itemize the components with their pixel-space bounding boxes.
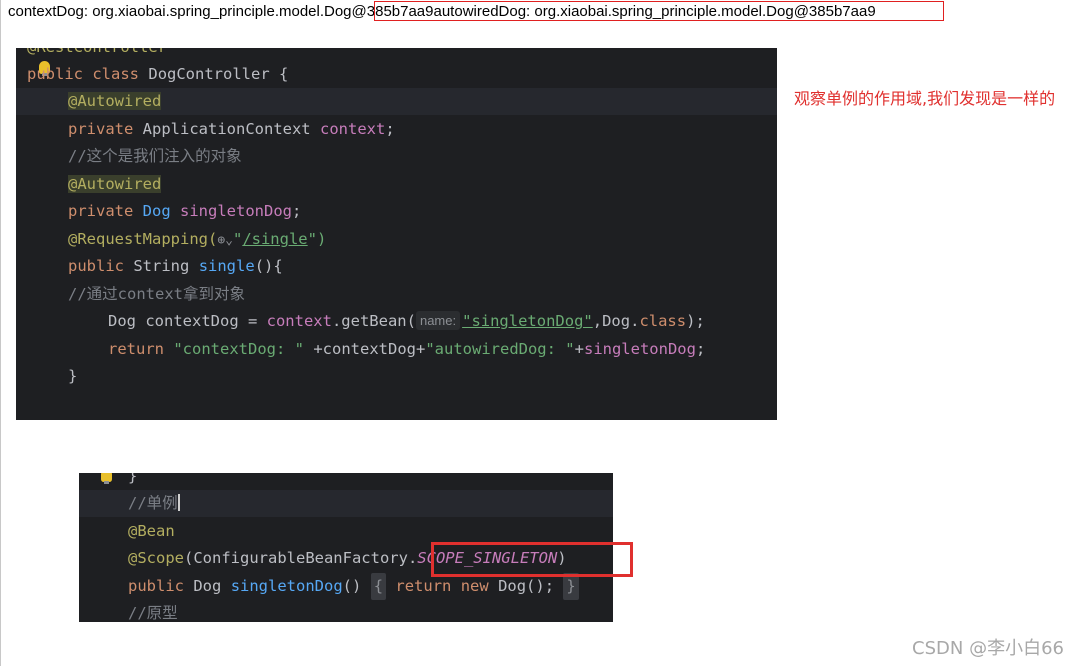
annotation-note: 观察单例的作用域,我们发现是一样的 xyxy=(794,89,1056,108)
code-editor-controller[interactable]: @RestController public class DogControll… xyxy=(16,48,777,420)
code-line-comment-context: //通过context拿到对象 xyxy=(68,285,245,303)
code-line-annotation: @RestController xyxy=(16,48,777,61)
output-before-box: contextDog: org.xiaobai.spring_principle… xyxy=(8,3,352,20)
code-line-comment-prototype: //原型 xyxy=(128,604,178,622)
fold-close[interactable]: } xyxy=(563,573,579,600)
text-caret xyxy=(177,494,180,511)
scope-highlight-box xyxy=(431,542,633,577)
code-line-method-signature: public String single(){ xyxy=(68,257,283,275)
code-line-class: public class DogController { xyxy=(27,65,289,83)
code-line-request-mapping: @RequestMapping(⊕⌄"/single") xyxy=(68,230,327,248)
code-line-context-field: private ApplicationContext context; xyxy=(68,120,395,138)
code-line-close-brace: } xyxy=(68,367,78,385)
code-line-get-bean: Dog contextDog = context.getBean(name: "s… xyxy=(108,311,705,330)
output-highlight-box xyxy=(374,1,944,21)
code-line-singleton-field: private Dog singletonDog; xyxy=(68,202,302,220)
left-border xyxy=(0,0,1,666)
code-line-comment-inject: //这个是我们注入的对象 xyxy=(68,147,242,165)
code-line-brace: } xyxy=(128,473,138,485)
param-hint: name: xyxy=(415,311,461,330)
code-line-return: return "contextDog: " +contextDog+"autow… xyxy=(108,340,706,358)
code-line-bean: @Bean xyxy=(128,522,175,540)
globe-icon[interactable]: ⊕⌄ xyxy=(217,233,233,248)
watermark: CSDN @李小白66 xyxy=(912,638,1064,659)
code-line-comment-singleton: //单例 xyxy=(79,490,613,517)
url-link[interactable]: /single xyxy=(242,230,307,248)
code-line-bean-method: public Dog singletonDog() { return new D… xyxy=(79,573,613,600)
code-line-autowired-1: @Autowired xyxy=(16,88,777,115)
code-line-autowired-2: @Autowired xyxy=(68,175,162,193)
fold-open[interactable]: { xyxy=(370,573,387,600)
